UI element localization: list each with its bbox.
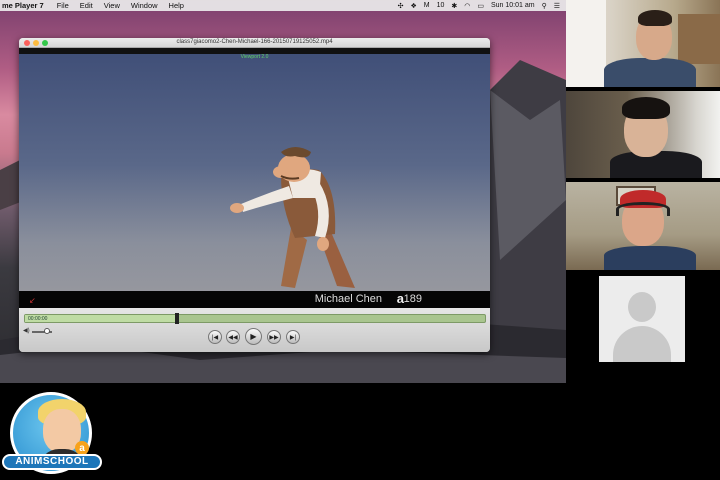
- volume-icon[interactable]: ◀): [23, 327, 30, 334]
- cam1-door: [566, 0, 606, 87]
- menu-clock[interactable]: Sun 10:01 am: [491, 2, 535, 9]
- video-bottom-bar: ↙ Michael Chen a 189: [19, 291, 490, 308]
- playhead-handle[interactable]: [174, 313, 179, 324]
- bluetooth-icon[interactable]: ✱: [451, 2, 457, 10]
- fast-forward-button[interactable]: ▶▶: [267, 330, 281, 344]
- overlay-frame-number: 189: [403, 293, 422, 305]
- wifi-icon[interactable]: ◠: [464, 2, 470, 10]
- cam3-shirt: [604, 246, 696, 270]
- rewind-button[interactable]: ◀◀: [226, 330, 240, 344]
- logo-badge-icon: a: [75, 441, 89, 455]
- default-avatar: [599, 276, 685, 362]
- player-window-title: class7giacomo2-Chen-Michael-166-20150719…: [176, 39, 333, 45]
- cam1-shirt: [604, 58, 696, 87]
- timeline-progress: [25, 315, 177, 322]
- webcam-participant-4[interactable]: [566, 274, 720, 362]
- player-title-bar[interactable]: class7giacomo2-Chen-Michael-166-20150719…: [19, 38, 490, 48]
- skip-forward-button[interactable]: ▶|: [286, 330, 300, 344]
- menu-help[interactable]: Help: [169, 1, 184, 10]
- timeline-scrubber[interactable]: 00:00:00: [24, 313, 486, 324]
- menu-edit[interactable]: Edit: [80, 1, 93, 10]
- overlay-student-name: Michael Chen: [314, 293, 382, 305]
- animated-character: [230, 147, 355, 288]
- webcam-participant-3[interactable]: [566, 182, 720, 270]
- screen: me Player 7 File Edit View Window Help ✣…: [0, 0, 720, 480]
- school-logo: a ANIMSCHOOL: [2, 388, 102, 478]
- media-player-window: class7giacomo2-Chen-Michael-166-20150719…: [19, 38, 490, 352]
- play-button[interactable]: ▶: [245, 328, 262, 345]
- axis-gizmo-icon: ↙: [29, 296, 36, 305]
- cam3-headphones: [616, 202, 670, 216]
- menu-window[interactable]: Window: [131, 1, 158, 10]
- avatar-body-icon: [613, 326, 671, 362]
- menu-status-area: ✣ ❖ M 10 ✱ ◠ ▭ Sun 10:01 am ⚲ ☰: [398, 0, 560, 11]
- volume-knob[interactable]: [44, 328, 50, 334]
- dropbox-icon[interactable]: ❖: [410, 2, 416, 10]
- mail-count: 10: [436, 2, 445, 9]
- cam1-shelf: [678, 14, 720, 64]
- webcam-participant-1[interactable]: [566, 0, 720, 87]
- cam2-shirt: [610, 151, 702, 178]
- mail-icon[interactable]: M: [424, 2, 430, 9]
- gamepad-icon[interactable]: ✣: [398, 2, 404, 10]
- menu-view[interactable]: View: [104, 1, 120, 10]
- avatar-head-icon: [628, 292, 656, 322]
- skip-back-button[interactable]: |◀: [208, 330, 222, 344]
- menu-file[interactable]: File: [57, 1, 69, 10]
- cam2-hair: [622, 97, 670, 119]
- webcam-participant-2[interactable]: [566, 91, 720, 178]
- shared-desktop: me Player 7 File Edit View Window Help ✣…: [0, 0, 566, 383]
- notification-list-icon[interactable]: ☰: [554, 2, 560, 10]
- cam1-hair: [638, 10, 672, 26]
- playback-controls: 00:00:00 ◀) |◀ ◀◀ ▶ ▶▶ ▶|: [19, 308, 490, 352]
- video-frame[interactable]: Viewport 2.0 ↙ Michael Chen a 189: [19, 48, 490, 308]
- search-icon[interactable]: ⚲: [542, 2, 547, 10]
- battery-icon[interactable]: ▭: [477, 2, 484, 10]
- menu-bar: me Player 7 File Edit View Window Help ✣…: [0, 0, 566, 11]
- menu-app-name[interactable]: me Player 7: [2, 1, 44, 10]
- time-code: 00:00:00: [28, 316, 48, 322]
- logo-ribbon-text: ANIMSCHOOL: [2, 454, 102, 470]
